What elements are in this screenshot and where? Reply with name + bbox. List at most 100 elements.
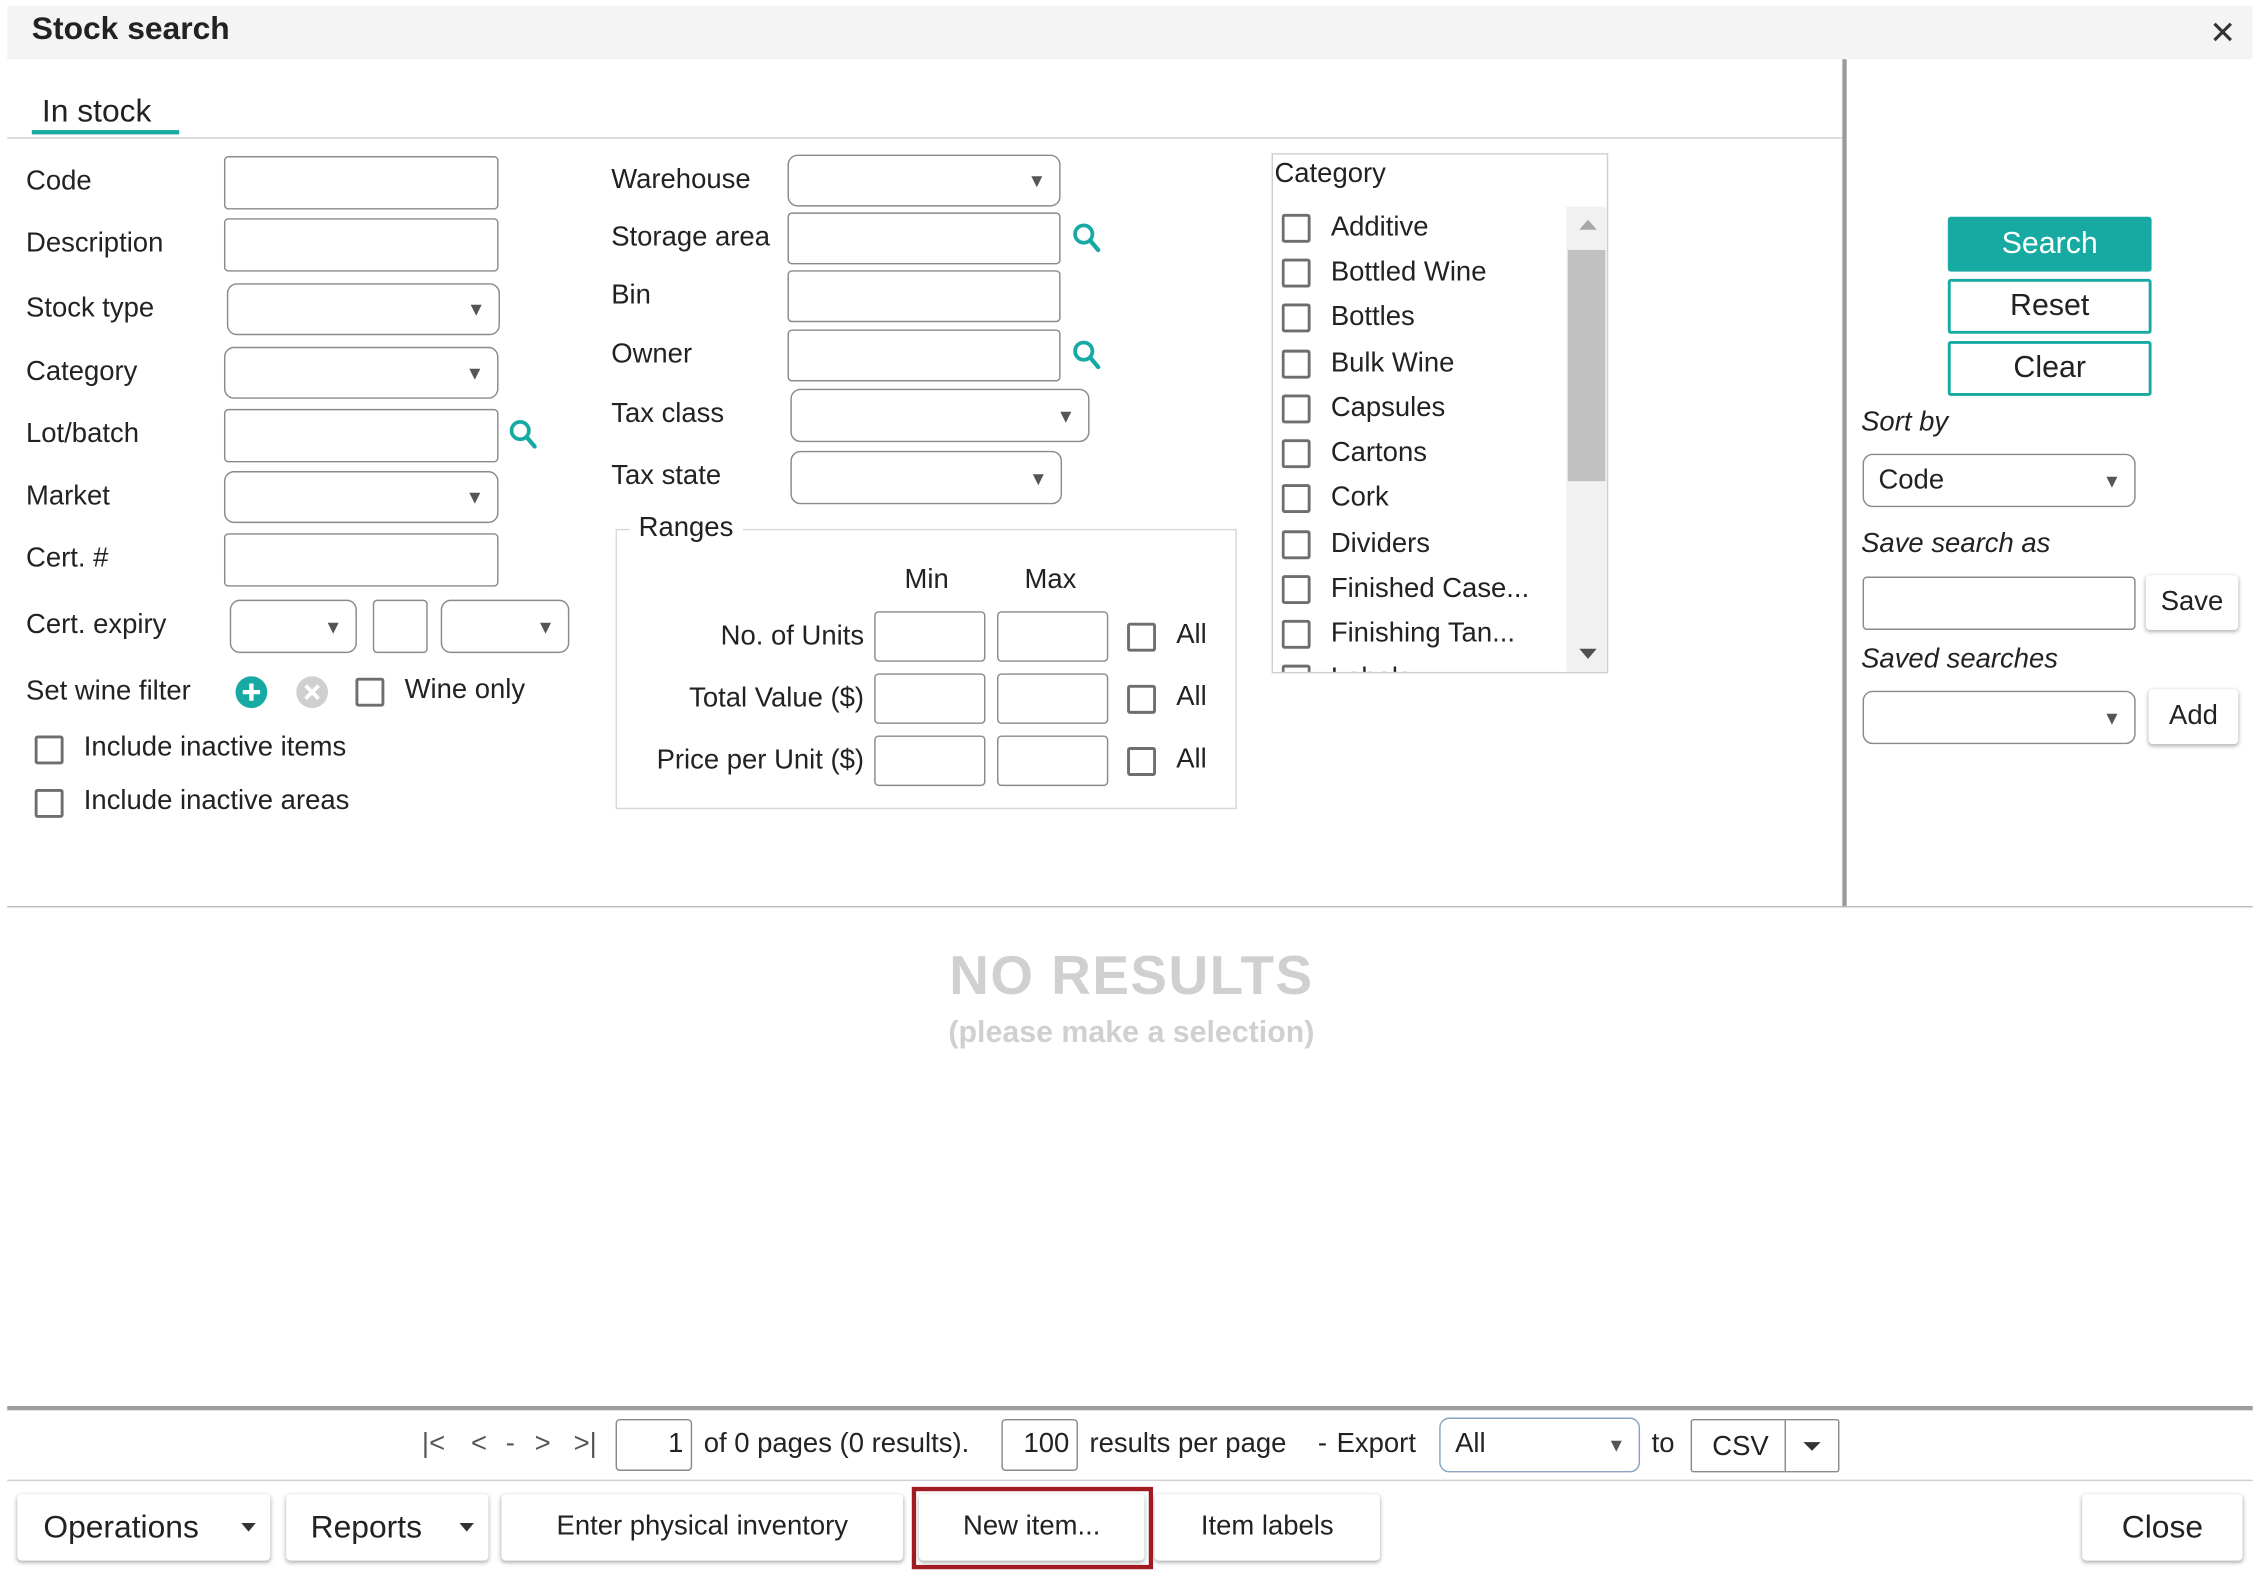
category-checkbox[interactable] [1281,258,1311,288]
market-select[interactable]: ▼ [223,471,499,524]
close-button[interactable]: Close [2082,1494,2243,1561]
category-item-label: Additive [1330,212,1429,243]
clear-button[interactable]: Clear [1947,341,2152,396]
scroll-down-arrow-icon[interactable] [1579,648,1597,659]
category-item-labels[interactable]: Labels [1281,663,1564,672]
lot-batch-input[interactable] [223,408,499,463]
total-value-min-input[interactable] [874,673,986,724]
page-number-input[interactable]: 1 [615,1418,693,1471]
scroll-up-arrow-icon[interactable] [1579,219,1597,230]
total-value-all-checkbox[interactable] [1127,684,1156,714]
window-title: Stock search [31,10,230,47]
owner-input[interactable] [787,329,1061,382]
pagination-top-rule [7,1405,2253,1411]
wine-filter-label: Set wine filter [26,676,191,707]
stock-type-select[interactable]: ▼ [226,283,500,336]
save-search-button[interactable]: Save [2145,575,2239,631]
category-item-dividers[interactable]: Dividers [1281,529,1564,561]
first-page-icon[interactable]: |< [422,1429,445,1461]
save-search-name-input[interactable] [1862,576,2136,631]
category-checkbox[interactable] [1281,349,1311,379]
category-item-label: Bulk Wine [1330,348,1455,379]
category-checkbox[interactable] [1281,664,1311,672]
category-scrollbar-thumb[interactable] [1567,249,1606,482]
next-page-icon[interactable]: > [535,1429,551,1461]
category-checkbox[interactable] [1281,530,1311,560]
category-item-capsules[interactable]: Capsules [1281,393,1564,425]
add-saved-search-button[interactable]: Add [2148,689,2239,745]
export-format-divider [1784,1420,1786,1471]
ranges-max-header: Max [1024,564,1077,596]
category-checkbox[interactable] [1281,213,1311,243]
remove-wine-filter-icon[interactable] [296,676,329,709]
tax-state-label: Tax state [611,460,722,492]
category-scrollbar[interactable] [1566,206,1607,672]
operations-menu-button[interactable]: Operations [17,1494,271,1561]
tab-in-stock[interactable]: In stock [42,92,152,130]
total-value-range-label: Total Value ($) [689,683,865,714]
include-inactive-items-checkbox[interactable] [34,735,64,765]
tax-class-select[interactable]: ▼ [790,388,1090,443]
owner-search-icon[interactable] [1072,340,1101,372]
category-checkbox[interactable] [1281,394,1311,424]
cert-no-label: Cert. # [26,543,109,574]
sort-by-select[interactable]: Code ▼ [1862,453,2136,508]
storage-area-search-icon[interactable] [1072,223,1101,255]
storage-area-input[interactable] [787,212,1061,265]
prev-page-icon[interactable]: < [471,1429,487,1461]
storage-area-label: Storage area [611,222,770,253]
units-min-input[interactable] [874,611,986,662]
code-input[interactable] [223,156,499,210]
add-wine-filter-icon[interactable] [235,676,268,709]
cert-expiry-day-select[interactable]: ▼ [229,599,357,654]
category-item-cork[interactable]: Cork [1281,482,1564,515]
last-page-icon[interactable]: >| [574,1429,597,1461]
warehouse-label: Warehouse [611,164,751,196]
category-item-bottles[interactable]: Bottles [1281,302,1564,334]
category-select[interactable]: ▼ [223,346,499,399]
chevron-down-icon [459,1522,474,1532]
category-checkbox[interactable] [1281,619,1311,649]
cert-expiry-month-input[interactable] [372,599,428,654]
cert-no-input[interactable] [223,533,499,587]
saved-searches-select[interactable]: ▼ [1862,690,2136,745]
tax-state-select[interactable]: ▼ [790,450,1063,505]
category-checkbox[interactable] [1281,439,1311,469]
chevron-down-icon[interactable] [1803,1442,1821,1451]
warehouse-select[interactable]: ▼ [787,154,1061,207]
category-item-finishing-tank[interactable]: Finishing Tan... [1281,618,1564,650]
cert-expiry-year-select[interactable]: ▼ [440,599,570,654]
category-checkbox[interactable] [1281,303,1311,333]
category-item-label: Cork [1330,482,1389,513]
reset-button[interactable]: Reset [1947,278,2152,334]
search-button[interactable]: Search [1947,216,2152,272]
description-input[interactable] [223,218,499,272]
export-scope-select[interactable]: All ▼ [1439,1417,1641,1473]
units-all-checkbox[interactable] [1127,622,1156,652]
reports-menu-button[interactable]: Reports [286,1494,489,1561]
price-per-unit-all-checkbox[interactable] [1127,747,1156,776]
category-item-additive[interactable]: Additive [1281,212,1564,244]
close-icon[interactable]: ✕ [2209,14,2236,52]
include-inactive-areas-checkbox[interactable] [34,788,64,818]
lot-batch-search-icon[interactable] [509,419,538,451]
total-value-max-input[interactable] [997,673,1109,724]
wine-only-checkbox[interactable] [355,677,385,707]
price-per-unit-max-input[interactable] [997,735,1109,787]
pages-summary: of 0 pages (0 results). [703,1429,970,1460]
per-page-input[interactable]: 100 [1001,1418,1078,1471]
bin-input[interactable] [787,270,1061,323]
item-labels-button[interactable]: Item labels [1154,1494,1380,1561]
category-checkbox[interactable] [1281,575,1311,604]
category-item-bulk-wine[interactable]: Bulk Wine [1281,348,1564,380]
category-item-finished-case[interactable]: Finished Case... [1281,574,1564,606]
export-format-select[interactable]: CSV [1690,1418,1840,1473]
category-item-bottled-wine[interactable]: Bottled Wine [1281,257,1564,289]
stock-type-label: Stock type [26,293,155,324]
category-checkbox[interactable] [1281,484,1311,513]
units-max-input[interactable] [997,611,1109,662]
price-per-unit-min-input[interactable] [874,735,986,787]
enter-physical-inventory-button[interactable]: Enter physical inventory [501,1494,904,1561]
no-results-subtitle: (please make a selection) [948,1015,1315,1050]
category-item-cartons[interactable]: Cartons [1281,438,1564,470]
